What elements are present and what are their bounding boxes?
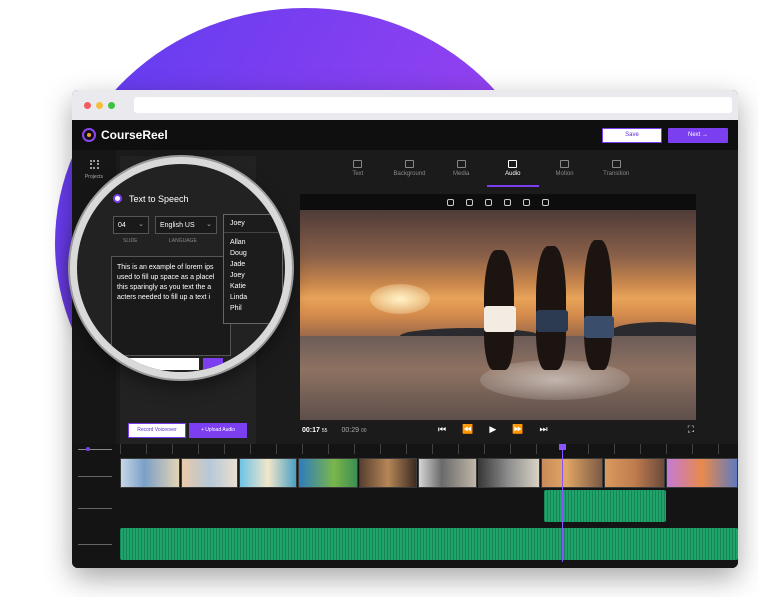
language-select[interactable]: English US ⌄: [155, 216, 217, 234]
zoom-slider-handle[interactable]: [86, 447, 90, 451]
slide-caption: SLIDE: [123, 238, 138, 244]
video-toolbar: [300, 194, 696, 210]
clip-7[interactable]: [478, 458, 540, 488]
video-track[interactable]: [120, 458, 738, 488]
record-voiceover-button[interactable]: Record Voiceover: [128, 423, 186, 438]
magnified-button-edge[interactable]: [109, 358, 199, 370]
voice-volume-slider[interactable]: [78, 508, 112, 509]
clip-9[interactable]: [603, 458, 666, 488]
minimize-dot[interactable]: [96, 101, 103, 109]
delete-icon[interactable]: [542, 198, 549, 206]
video-preview[interactable]: [300, 210, 696, 420]
voice-option[interactable]: Phil: [230, 303, 276, 314]
background-icon: [405, 160, 414, 168]
playhead[interactable]: [559, 444, 566, 562]
chevron-down-icon: ⌄: [206, 221, 212, 228]
white-shorts: [484, 306, 516, 332]
browser-chrome: [72, 90, 738, 120]
denim-shorts: [536, 310, 568, 332]
tab-background[interactable]: Background: [384, 156, 436, 186]
clip-2[interactable]: [180, 458, 239, 488]
sun-glow: [370, 284, 430, 314]
timeline: [72, 444, 738, 568]
fast-forward-icon[interactable]: ⏩: [512, 424, 523, 435]
clip-5[interactable]: [358, 458, 417, 488]
close-dot[interactable]: [84, 101, 91, 109]
blue-shorts: [584, 316, 614, 338]
motion-icon: [560, 160, 570, 168]
voice-dropdown[interactable]: Joey Allan Doug Jade Joey Katie Linda Ph…: [223, 214, 283, 324]
total-time: 00:29 00: [341, 426, 367, 434]
tts-label: Text to Speech: [129, 194, 189, 204]
tts-text-input[interactable]: This is an example of lorem ips used to …: [111, 256, 231, 356]
app-name: CourseReel: [101, 128, 168, 142]
bring-forward-icon[interactable]: [485, 198, 492, 206]
transition-icon: [611, 160, 621, 168]
video-track-controls[interactable]: [78, 476, 112, 477]
media-icon: [456, 160, 466, 168]
voice-option[interactable]: Allan: [230, 237, 276, 248]
music-volume-slider[interactable]: [78, 544, 112, 545]
zoom-slider[interactable]: [78, 449, 112, 450]
clip-8[interactable]: [540, 458, 603, 488]
voice-option[interactable]: Linda: [230, 292, 276, 303]
clip-6[interactable]: [417, 458, 478, 488]
tab-text[interactable]: Text: [332, 156, 384, 186]
skip-end-icon[interactable]: ⏭: [539, 424, 547, 435]
layers-icon[interactable]: [523, 198, 530, 206]
logo-icon: [82, 128, 96, 142]
slide-select[interactable]: 04 ⌄: [113, 216, 149, 234]
next-button[interactable]: Next →: [668, 128, 728, 143]
tab-transition[interactable]: Transition: [590, 156, 642, 186]
editor-tabs: Text Background Media Audio Motion Trans…: [332, 156, 642, 187]
tts-radio[interactable]: [113, 194, 122, 203]
person-2: [536, 246, 566, 370]
voice-option[interactable]: Doug: [230, 248, 276, 259]
clip-3[interactable]: [239, 458, 298, 488]
chevron-down-icon: ⌄: [138, 221, 144, 228]
play-icon[interactable]: ▶: [489, 424, 496, 435]
url-bar[interactable]: [134, 97, 732, 113]
zoom-magnifier: Text to Speech 04 ⌄ SLIDE English US ⌄ LAN…: [70, 157, 292, 379]
skip-start-icon[interactable]: ⏮: [438, 424, 446, 435]
fullscreen-icon[interactable]: ⛶: [688, 424, 694, 435]
text-icon: [353, 160, 363, 168]
maximize-dot[interactable]: [108, 101, 115, 109]
redo-icon[interactable]: [466, 198, 473, 206]
magnified-button-edge-accent[interactable]: [203, 358, 223, 370]
save-button[interactable]: Save: [602, 128, 662, 143]
tab-media[interactable]: Media: [435, 156, 487, 186]
rewind-icon[interactable]: ⏪: [462, 424, 473, 435]
tab-motion[interactable]: Motion: [539, 156, 591, 186]
person-3: [584, 240, 612, 370]
audio-icon: [508, 160, 518, 168]
send-backward-icon[interactable]: [504, 198, 511, 206]
time-ruler[interactable]: [120, 444, 738, 454]
clip-4[interactable]: [298, 458, 358, 488]
voice-option[interactable]: Joey: [230, 270, 276, 281]
voice-option[interactable]: Jade: [230, 259, 276, 270]
background-music-clip[interactable]: [120, 528, 738, 560]
voice-option[interactable]: Katie: [230, 281, 276, 292]
voice-selected[interactable]: Joey: [224, 215, 282, 233]
current-time: 00:17 55: [302, 426, 328, 434]
app-header: CourseReel Save Next →: [72, 120, 738, 150]
language-caption: LANGUAGE: [169, 238, 197, 244]
clip-1[interactable]: [120, 458, 180, 488]
player-controls: 00:17 55 00:29 00 ⏮ ⏪ ▶ ⏩ ⏭ ⛶: [300, 422, 696, 438]
app-logo[interactable]: CourseReel: [82, 128, 168, 142]
clip-10[interactable]: [666, 458, 738, 488]
video-editor: 00:17 55 00:29 00 ⏮ ⏪ ▶ ⏩ ⏭ ⛶: [300, 194, 696, 438]
upload-audio-button[interactable]: + Upload Audio: [189, 423, 247, 438]
undo-icon[interactable]: [447, 198, 454, 206]
tab-audio[interactable]: Audio: [487, 156, 539, 187]
